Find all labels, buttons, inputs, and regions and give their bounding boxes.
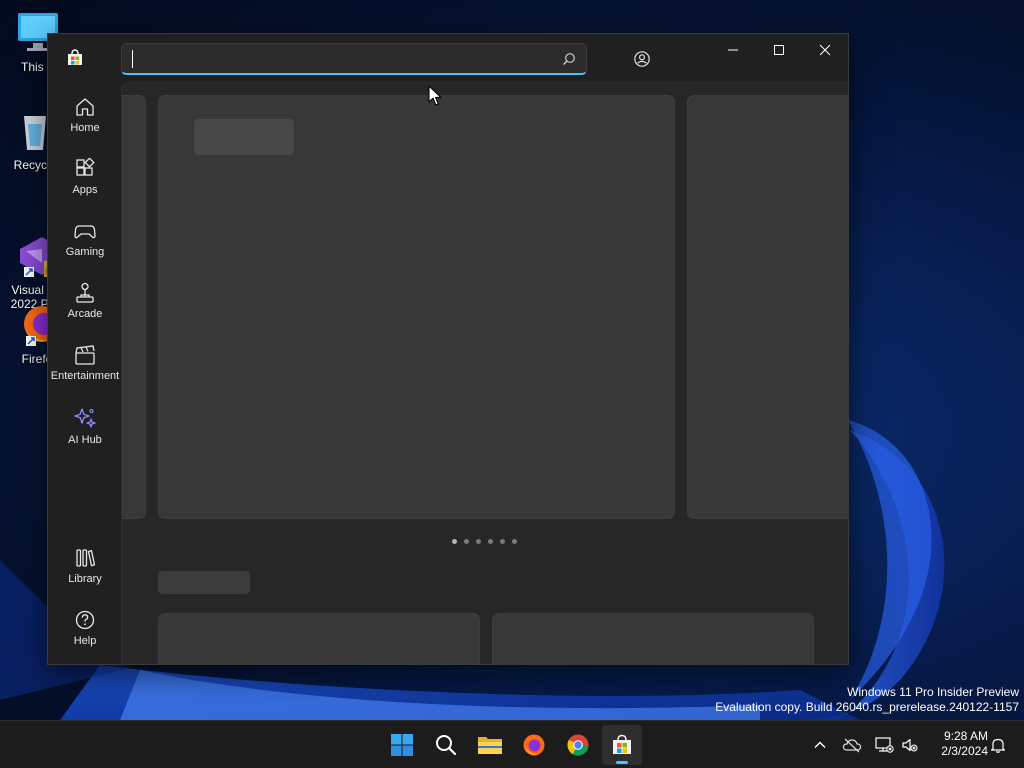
carousel-dot[interactable] [452,539,457,544]
nav-item-library[interactable]: Library [50,541,120,597]
nav-item-label: Gaming [65,246,105,258]
show-hidden-icons-button[interactable] [808,733,832,757]
search-input[interactable] [130,48,550,70]
carousel-dot[interactable] [464,539,469,544]
nav-item-label: Arcade [67,308,103,320]
maximize-icon [774,45,784,55]
mouse-pointer [428,85,442,107]
joystick-icon [76,282,94,303]
volume-muted-icon [902,738,918,752]
nav-item-entertainment[interactable]: Entertainment [50,338,120,394]
app-card-placeholder[interactable] [158,613,480,664]
maximize-button[interactable] [756,34,802,66]
onedrive-off-icon [842,738,862,753]
nav-item-help[interactable]: Help [50,603,120,659]
watermark-line: Evaluation copy. Build 26040.rs_prerelea… [715,700,1019,714]
carousel-dot[interactable] [512,539,517,544]
navigation-rail: Home Apps Gaming Arcade Entertainment AI… [48,82,121,664]
home-icon [76,98,94,116]
system-clock[interactable]: 9:28 AM 2/3/2024 [926,729,988,759]
nav-item-label: Home [70,122,100,134]
clapperboard-icon [75,345,95,365]
account-button[interactable] [628,45,656,73]
title-bar[interactable] [48,34,848,82]
network-button[interactable] [872,733,896,757]
microsoft-store-logo-icon [66,49,84,67]
close-button[interactable] [802,34,848,66]
search-box[interactable] [121,43,587,75]
hero-card-next[interactable] [687,95,848,519]
watermark-line: Windows 11 Pro Insider Preview [847,685,1019,699]
taskbar-microsoft-store[interactable] [602,725,642,765]
nav-item-arcade[interactable]: Arcade [50,276,120,332]
nav-item-label: Help [73,635,97,647]
content-area [121,82,848,664]
carousel-page-indicator[interactable] [452,539,517,544]
start-icon [391,734,413,756]
apps-icon [76,158,95,176]
nav-item-label: AI Hub [68,434,102,446]
file-explorer-icon [478,737,502,754]
section-title-placeholder [158,571,250,594]
close-icon [819,44,831,56]
bell-icon [990,738,1006,753]
firefox-icon [523,734,545,756]
nav-item-gaming[interactable]: Gaming [50,214,120,270]
chevron-up-icon [814,741,826,748]
search-icon [436,735,457,756]
nav-item-ai-hub[interactable]: AI Hub [50,400,120,456]
sparkle-icon [74,408,96,428]
nav-item-home[interactable]: Home [50,90,120,146]
loading-placeholder [194,119,294,155]
hero-card-previous[interactable] [122,95,146,519]
chrome-icon [567,734,589,756]
search-icon[interactable] [562,52,576,66]
taskbar-chrome[interactable] [558,725,598,765]
help-icon [75,610,95,630]
notifications-button[interactable] [986,733,1010,757]
active-app-indicator [616,761,628,764]
text-caret [132,50,133,68]
hero-card[interactable] [158,95,675,519]
taskbar: 9:28 AM 2/3/2024 [0,720,1024,768]
gamepad-icon [74,225,96,239]
network-icon [875,737,894,753]
onedrive-status-button[interactable] [840,733,864,757]
nav-item-label: Apps [72,184,98,196]
nav-item-label: Entertainment [50,370,120,382]
person-icon [634,51,650,67]
carousel-dot[interactable] [476,539,481,544]
clock-time: 9:28 AM [943,729,988,743]
carousel-dot[interactable] [488,539,493,544]
nav-item-label: Library [68,573,102,585]
nav-item-apps[interactable]: Apps [50,152,120,208]
evaluation-watermark: Windows 11 Pro Insider Preview Evaluatio… [715,685,1019,715]
minimize-button[interactable] [710,34,756,66]
taskbar-file-explorer[interactable] [470,725,510,765]
taskbar-firefox[interactable] [514,725,554,765]
microsoft-store-window: Home Apps Gaming Arcade Entertainment AI… [47,33,849,665]
taskbar-search-button[interactable] [426,725,466,765]
volume-button[interactable] [898,733,922,757]
clock-date: 2/3/2024 [941,744,988,758]
carousel-dot[interactable] [500,539,505,544]
start-button[interactable] [382,725,422,765]
app-card-placeholder[interactable] [492,613,814,664]
library-icon [76,549,96,567]
minimize-icon [728,49,738,51]
microsoft-store-icon [613,734,631,754]
